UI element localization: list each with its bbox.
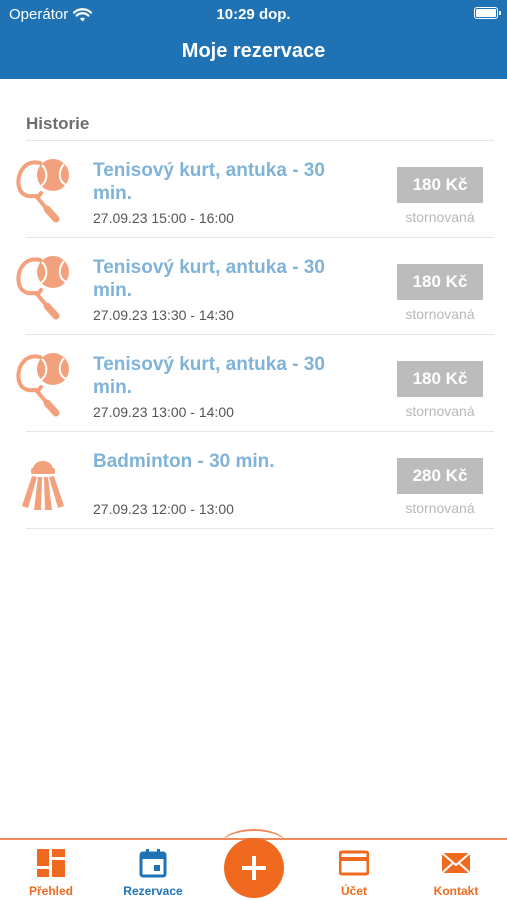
battery-icon	[474, 7, 501, 19]
tab-kontakt[interactable]: Kontakt	[421, 848, 491, 898]
price-badge: 180 Kč	[397, 167, 483, 203]
app-header: Operátor 10:29 dop. Moje rezervace	[0, 0, 507, 79]
reservation-title: Tenisový kurt, antuka - 30 min.	[93, 160, 325, 204]
reservation-time: 27.09.23 13:30 - 14:30	[93, 307, 234, 323]
status-label: stornovaná	[405, 209, 475, 225]
tab-label: Rezervace	[123, 884, 183, 898]
add-reservation-button[interactable]	[224, 838, 284, 898]
card-icon	[339, 850, 369, 876]
tab-label: Účet	[340, 884, 367, 898]
dashboard-icon	[37, 849, 65, 877]
status-time: 10:29 dop.	[216, 6, 291, 23]
tab-prehled[interactable]: Přehled	[16, 848, 86, 898]
tab-label: Kontakt	[433, 884, 479, 898]
tab-rezervace[interactable]: Rezervace	[118, 848, 188, 898]
tennis-icon	[14, 250, 72, 320]
status-bar: Operátor 10:29 dop.	[0, 0, 507, 28]
status-label: stornovaná	[405, 306, 475, 322]
tab-ucet[interactable]: Účet	[319, 848, 389, 898]
plus-icon	[242, 856, 266, 880]
reservation-time: 27.09.23 15:00 - 16:00	[93, 210, 234, 226]
tab-label: Přehled	[28, 884, 73, 898]
price-badge: 280 Kč	[397, 458, 483, 494]
reservation-row[interactable]: Tenisový kurt, antuka - 30 min. 27.09.23 …	[0, 238, 507, 335]
shuttlecock-icon	[14, 444, 72, 514]
page-title: Moje rezervace	[181, 40, 326, 62]
reservation-list: Tenisový kurt, antuka - 30 min. 27.09.23 …	[0, 141, 507, 529]
status-label: stornovaná	[405, 403, 475, 419]
price-badge: 180 Kč	[397, 361, 483, 397]
reservation-row[interactable]: Tenisový kurt, antuka - 30 min. 27.09.23 …	[0, 335, 507, 432]
reservation-title: Tenisový kurt, antuka - 30 min.	[93, 354, 325, 398]
tennis-icon	[14, 153, 72, 223]
price-badge: 180 Kč	[397, 264, 483, 300]
tennis-icon	[14, 347, 72, 417]
reservation-title: Badminton - 30 min.	[93, 451, 275, 472]
reservation-row[interactable]: Badminton - 30 min. 27.09.23 12:00 - 13:0…	[0, 432, 507, 529]
status-label: stornovaná	[405, 500, 475, 516]
reservation-time: 27.09.23 12:00 - 13:00	[93, 501, 234, 517]
mail-icon	[441, 852, 471, 874]
reservation-time: 27.09.23 13:00 - 14:00	[93, 404, 234, 420]
reservation-title: Tenisový kurt, antuka - 30 min.	[93, 257, 325, 301]
section-title: Historie	[26, 114, 90, 133]
reservation-row[interactable]: Tenisový kurt, antuka - 30 min. 27.09.23 …	[0, 141, 507, 238]
calendar-icon	[139, 849, 167, 878]
